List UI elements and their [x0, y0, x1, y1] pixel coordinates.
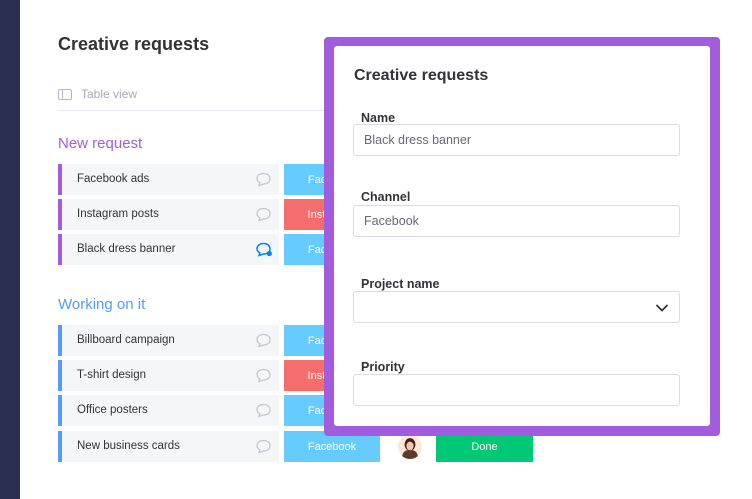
speech-bubble-icon[interactable]: [255, 207, 272, 222]
chevron-down-icon: [656, 304, 668, 312]
project-name-dropdown[interactable]: [353, 291, 680, 323]
group-title-new-request[interactable]: New request: [58, 135, 142, 152]
speech-bubble-icon[interactable]: [255, 242, 272, 257]
field-label-name: Name: [361, 111, 396, 125]
table-view-icon: [58, 88, 72, 100]
view-label: Table view: [81, 87, 138, 101]
field-label-channel: Channel: [361, 190, 411, 204]
speech-bubble-icon[interactable]: [255, 439, 272, 454]
left-nav-strip: [0, 0, 20, 499]
item-cell[interactable]: T-shirt design: [58, 360, 279, 391]
form-title: Creative requests: [354, 67, 489, 84]
form-overlay: Creative requests Name Black dress banne…: [324, 37, 720, 436]
item-cell[interactable]: Billboard campaign: [58, 325, 279, 356]
item-name: New business cards: [77, 440, 180, 452]
field-label-project-name: Project name: [361, 277, 440, 291]
item-cell[interactable]: Office posters: [58, 395, 279, 426]
speech-bubble-icon[interactable]: [255, 172, 272, 187]
view-switcher[interactable]: Table view: [58, 87, 137, 101]
item-cell[interactable]: New business cards: [58, 431, 279, 462]
item-name: Black dress banner: [77, 243, 176, 255]
speech-bubble-icon[interactable]: [255, 403, 272, 418]
item-name: T-shirt design: [77, 369, 147, 381]
item-cell[interactable]: Instagram posts: [58, 199, 279, 230]
item-name: Facebook ads: [77, 173, 150, 185]
board-title: Creative requests: [58, 34, 210, 54]
channel-input-value: Facebook: [364, 214, 419, 228]
speech-bubble-icon[interactable]: [255, 333, 272, 348]
priority-input[interactable]: [353, 374, 680, 406]
field-label-priority: Priority: [361, 360, 405, 374]
name-input-value: Black dress banner: [364, 133, 472, 147]
item-cell[interactable]: Facebook ads: [58, 164, 279, 195]
speech-bubble-icon[interactable]: [255, 368, 272, 383]
avatar[interactable]: [398, 435, 422, 459]
item-name: Instagram posts: [77, 208, 159, 220]
item-name: Billboard campaign: [77, 334, 175, 346]
item-form: Creative requests Name Black dress banne…: [334, 46, 710, 426]
item-cell[interactable]: Black dress banner: [58, 234, 279, 265]
group-title-working-on-it[interactable]: Working on it: [58, 296, 145, 313]
channel-input[interactable]: Facebook: [353, 205, 680, 237]
item-name: Office posters: [77, 404, 148, 416]
person-avatar-icon: [402, 438, 418, 459]
name-input[interactable]: Black dress banner: [353, 124, 680, 156]
